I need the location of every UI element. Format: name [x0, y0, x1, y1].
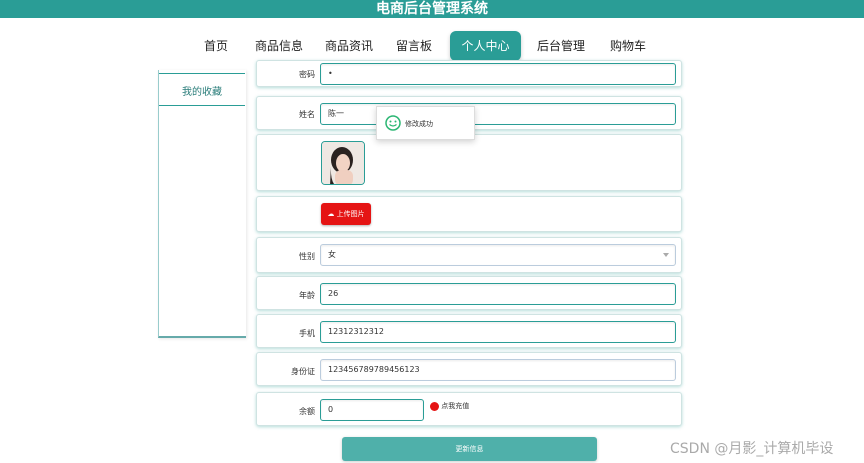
gender-select[interactable]: 女 — [320, 244, 676, 266]
id-card-label: 身份证 — [291, 367, 315, 376]
main-nav: 首页 商品信息 商品资讯 留言板 个人中心 后台管理 购物车 — [0, 31, 864, 61]
password-label: 密码 — [299, 70, 315, 79]
app-title: 电商后台管理系统 — [376, 1, 488, 17]
nav-item-home[interactable]: 首页 — [199, 31, 233, 61]
nav-item-products[interactable]: 商品信息 — [252, 31, 306, 61]
age-input[interactable]: 26 — [320, 283, 676, 305]
upload-image-button[interactable]: ☁ 上传图片 — [321, 203, 371, 225]
nav-item-news[interactable]: 商品资讯 — [322, 31, 376, 61]
balance-label: 余额 — [299, 407, 315, 416]
upload-cloud-icon: ☁ — [327, 210, 335, 218]
age-label: 年龄 — [299, 291, 315, 300]
avatar-image — [321, 141, 365, 185]
nav-item-admin[interactable]: 后台管理 — [533, 31, 589, 61]
recharge-label: 点我充值 — [441, 402, 470, 410]
form-row-phone: 手机 12312312312 — [256, 314, 682, 348]
sidebar: 我的收藏 — [158, 70, 246, 338]
recharge-link[interactable]: 点我充值 — [430, 401, 469, 411]
form-row-balance: 余额 0 点我充值 — [256, 392, 682, 426]
form-row-password: 密码 • — [256, 60, 682, 87]
form-row-id-card: 身份证 123456789789456123 — [256, 352, 682, 386]
sidebar-item-favorites[interactable]: 我的收藏 — [159, 82, 245, 106]
chevron-down-icon — [663, 253, 669, 257]
id-card-input[interactable]: 123456789789456123 — [320, 359, 676, 381]
nav-item-cart[interactable]: 购物车 — [605, 31, 651, 61]
balance-input[interactable]: 0 — [320, 399, 424, 421]
gender-label: 性别 — [299, 252, 315, 261]
form-row-gender: 性别 女 — [256, 237, 682, 273]
recharge-icon — [430, 401, 439, 411]
phone-label: 手机 — [299, 329, 315, 338]
name-label: 姓名 — [299, 110, 315, 119]
upload-button-label: 上传图片 — [336, 210, 365, 218]
sidebar-item-cut[interactable] — [159, 64, 245, 74]
nav-item-personal-center[interactable]: 个人中心 — [450, 31, 521, 61]
success-toast: 修改成功 — [376, 106, 475, 140]
update-info-button[interactable]: 更新信息 — [342, 437, 597, 461]
phone-input[interactable]: 12312312312 — [320, 321, 676, 343]
form-row-avatar — [256, 134, 682, 191]
form-row-age: 年龄 26 — [256, 276, 682, 310]
name-input[interactable]: 陈一 — [320, 103, 676, 125]
header-bar: 电商后台管理系统 — [0, 0, 864, 18]
password-input[interactable]: • — [320, 63, 676, 85]
form-row-upload: ☁ 上传图片 — [256, 196, 682, 232]
watermark: CSDN @月影_计算机毕设 — [670, 441, 834, 457]
smile-icon — [385, 115, 401, 131]
gender-value: 女 — [328, 250, 336, 259]
nav-item-messages[interactable]: 留言板 — [392, 31, 436, 61]
toast-message: 修改成功 — [405, 120, 433, 128]
